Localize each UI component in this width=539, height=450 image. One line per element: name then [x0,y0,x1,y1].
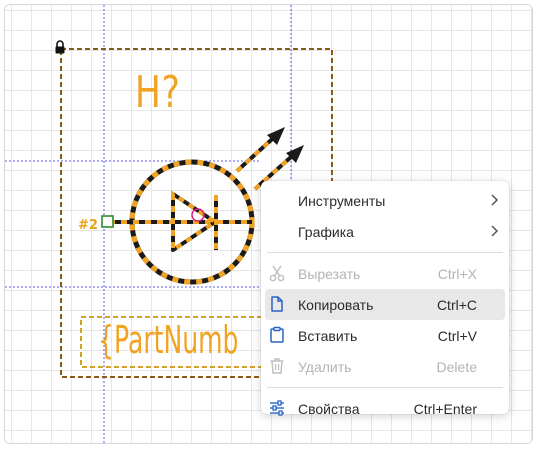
menu-item-cut[interactable]: Вырезать Ctrl+X [265,258,505,289]
menu-item-tools[interactable]: Инструменты [265,185,505,216]
menu-item-shortcut: Ctrl+Enter [413,400,477,417]
trash-icon [270,358,284,374]
menu-item-label: Графика [298,223,354,240]
menu-separator [267,387,503,388]
menu-item-shortcut: Ctrl+X [437,265,477,282]
pin-connection-square [101,215,114,228]
menu-item-label: Вставить [298,327,358,344]
menu-item-delete[interactable]: Удалить Delete [265,351,505,382]
clipboard-icon [270,326,284,343]
menu-separator [267,252,503,253]
part-number-field[interactable]: {PartNumb [98,321,238,359]
lock-icon [55,40,65,54]
emission-arrows [235,127,304,191]
menu-item-paste[interactable]: Вставить Ctrl+V [265,320,505,351]
menu-item-shortcut: Ctrl+V [437,327,477,344]
menu-item-shortcut: Ctrl+C [436,296,477,313]
menu-item-label: Удалить [298,358,352,375]
chevron-right-icon [491,194,499,206]
schematic-canvas[interactable]: H? #2 {PartNumb Инструменты Графика Выре… [5,5,532,443]
scissors-icon [269,265,285,282]
pin-number-label: #2 [78,218,98,233]
reference-designator-label[interactable]: H? [135,71,181,115]
menu-item-copy[interactable]: Копировать Ctrl+C [265,289,505,320]
menu-item-properties[interactable]: Свойства Ctrl+Enter [265,393,505,424]
schematic-editor-frame: H? #2 {PartNumb Инструменты Графика Выре… [4,4,533,444]
menu-item-shortcut: Delete [436,358,477,375]
chevron-right-icon [491,225,499,237]
menu-item-graphics[interactable]: Графика [265,216,505,247]
menu-item-label: Инструменты [298,192,386,209]
copy-icon [271,296,283,312]
menu-item-label: Копировать [298,296,374,313]
context-menu: Инструменты Графика Вырезать Ctrl+X Копи… [261,181,509,417]
menu-item-label: Свойства [298,400,360,417]
menu-item-label: Вырезать [298,265,361,282]
sliders-icon [270,400,284,416]
